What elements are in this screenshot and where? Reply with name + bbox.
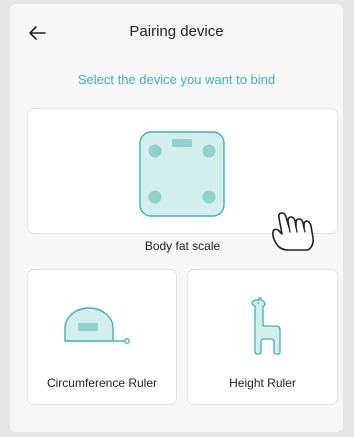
body-fat-scale-icon	[139, 131, 225, 222]
device-label-circumference-ruler: Circumference Ruler	[46, 376, 158, 390]
tape-measure-icon	[61, 306, 141, 351]
device-card-height-ruler[interactable]: Height Ruler	[187, 269, 338, 405]
device-card-circumference-ruler[interactable]: Circumference Ruler	[27, 269, 177, 405]
app-screen: Pairing device Select the device you wan…	[10, 4, 343, 432]
page-title: Pairing device	[129, 23, 224, 40]
page-subtitle: Select the device you want to bind	[77, 72, 276, 87]
header: Pairing device	[10, 4, 343, 60]
giraffe-height-ruler-icon	[246, 296, 286, 363]
pointing-hand-icon	[268, 204, 320, 257]
device-label-height-ruler: Height Ruler	[229, 376, 296, 390]
